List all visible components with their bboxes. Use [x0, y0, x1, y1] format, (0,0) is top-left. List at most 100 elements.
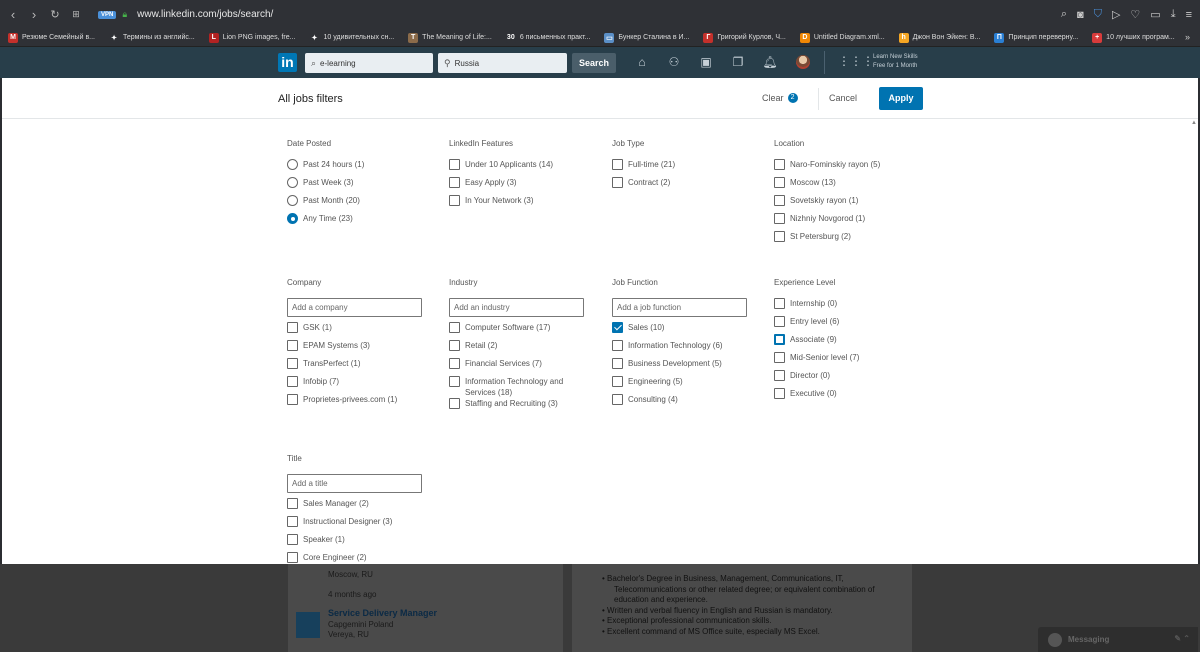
filter-option[interactable]: Computer Software (17) [449, 322, 609, 340]
network-icon[interactable]: ⚇ [666, 54, 682, 70]
checkbox[interactable] [449, 159, 460, 170]
tabs-grid-icon[interactable]: ⊞ [68, 9, 84, 20]
bookmark-item[interactable]: h Джон Вон Эйкен: В... [898, 32, 980, 43]
work-grid-icon[interactable]: ⋮⋮⋮ [838, 54, 874, 68]
menu-icon[interactable]: ≡ [1186, 9, 1192, 21]
linkedin-logo[interactable]: in [278, 53, 297, 72]
radio-button[interactable] [287, 213, 298, 224]
checkbox[interactable] [774, 231, 785, 242]
filter-option[interactable]: In Your Network (3) [449, 195, 609, 213]
checkbox[interactable] [612, 376, 623, 387]
filter-option[interactable]: Information Technology and Services (18) [449, 376, 609, 398]
checkbox[interactable] [449, 358, 460, 369]
checkbox[interactable] [287, 322, 298, 333]
messaging-bar[interactable]: Messaging ✎ ⌃ [1038, 627, 1198, 652]
address-bar[interactable]: www.linkedin.com/jobs/search/ [137, 9, 273, 20]
filter-option[interactable]: Entry level (6) [774, 316, 934, 334]
notifications-icon[interactable]: 🔔︎ [762, 54, 778, 70]
bookmark-item[interactable]: Г Григорий Курлов, Ч... [703, 32, 786, 43]
search-button[interactable]: Search [572, 53, 616, 73]
checkbox[interactable] [774, 159, 785, 170]
bookmark-item[interactable]: T The Meaning of Life:... [408, 32, 492, 43]
filter-option[interactable]: Core Engineer (2) [287, 552, 447, 564]
forward-icon[interactable]: › [26, 7, 42, 22]
checkbox[interactable] [449, 195, 460, 206]
bookmark-item[interactable]: L Lion PNG images, fre... [208, 32, 295, 43]
filter-option[interactable]: Naro-Fominskiy rayon (5) [774, 159, 934, 177]
checkbox[interactable] [774, 316, 785, 327]
filter-option[interactable]: Past Week (3) [287, 177, 447, 195]
scroll-up-icon[interactable]: ▲ [1191, 120, 1197, 126]
camera-icon[interactable]: ◙ [1077, 9, 1084, 21]
checkbox[interactable] [612, 177, 623, 188]
filter-option[interactable]: Nizhniy Novgorod (1) [774, 213, 934, 231]
filter-option[interactable]: Easy Apply (3) [449, 177, 609, 195]
checkbox[interactable] [287, 340, 298, 351]
keyword-search-input[interactable]: ⌕ e-learning [305, 53, 433, 73]
radio-button[interactable] [287, 177, 298, 188]
filters-scroll-area[interactable]: Date Posted Past 24 hours (1) Past Week (3… [2, 120, 1198, 564]
wallet-icon[interactable]: ▭ [1150, 8, 1160, 21]
filter-option[interactable]: Engineering (5) [612, 376, 772, 394]
bookmark-item[interactable]: ▭ Бункер Сталина в И... [604, 32, 689, 43]
checkbox[interactable] [449, 322, 460, 333]
checkbox[interactable] [774, 177, 785, 188]
checkbox[interactable] [612, 340, 623, 351]
checkbox[interactable] [774, 298, 785, 309]
radio-button[interactable] [287, 159, 298, 170]
checkbox[interactable] [287, 358, 298, 369]
filter-option[interactable]: Mid-Senior level (7) [774, 352, 934, 370]
panel-scrollbar[interactable]: ▲ [1191, 120, 1198, 564]
checkbox[interactable] [774, 388, 785, 399]
search-page-icon[interactable]: ⌕ [1061, 8, 1067, 21]
filter-option[interactable]: Consulting (4) [612, 394, 772, 412]
checkbox[interactable] [774, 352, 785, 363]
jobs-icon[interactable]: ▣ [698, 54, 714, 70]
checkbox[interactable] [287, 534, 298, 545]
title-filter-typeahead-input[interactable]: Add a title [287, 474, 422, 493]
checkbox[interactable] [612, 159, 623, 170]
profile-avatar[interactable] [796, 55, 810, 69]
cancel-button[interactable]: Cancel [829, 93, 857, 103]
checkbox[interactable] [287, 498, 298, 509]
checkbox[interactable] [449, 376, 460, 387]
checkbox[interactable] [774, 370, 785, 381]
filter-option[interactable]: Business Development (5) [612, 358, 772, 376]
filter-option[interactable]: Under 10 Applicants (14) [449, 159, 609, 177]
filter-option[interactable]: Contract (2) [612, 177, 772, 195]
filter-option[interactable]: Speaker (1) [287, 534, 447, 552]
filter-option[interactable]: TransPerfect (1) [287, 358, 447, 376]
download-icon[interactable]: ⤓ [1171, 8, 1176, 21]
checkbox[interactable] [287, 376, 298, 387]
checkbox[interactable] [449, 340, 460, 351]
compose-icon[interactable]: ✎ ⌃ [1174, 634, 1190, 643]
filter-option[interactable]: Director (0) [774, 370, 934, 388]
filter-option[interactable]: Sovetskiy rayon (1) [774, 195, 934, 213]
job-function-typeahead-input[interactable]: Add a job function [612, 298, 747, 317]
filter-option[interactable]: Information Technology (6) [612, 340, 772, 358]
checkbox[interactable] [612, 322, 623, 333]
checkbox[interactable] [287, 552, 298, 563]
filter-option[interactable]: Past Month (20) [287, 195, 447, 213]
filter-option[interactable]: Instructional Designer (3) [287, 516, 447, 534]
filter-option[interactable]: Staffing and Recruiting (3) [449, 398, 609, 416]
bookmarks-overflow-icon[interactable]: » [1185, 32, 1190, 42]
back-icon[interactable]: ‹ [5, 7, 21, 22]
filter-option[interactable]: Executive (0) [774, 388, 934, 406]
bookmark-item[interactable]: +10 лучших програм... [1092, 32, 1175, 43]
bookmark-item[interactable]: ✦ 10 удивительных сн... [309, 32, 394, 43]
filter-option[interactable]: GSK (1) [287, 322, 447, 340]
filter-option[interactable]: Sales (10) [612, 322, 772, 340]
filter-option[interactable]: Associate (9) [774, 334, 934, 352]
bookmark-item[interactable]: ✦ Термины из английс... [109, 32, 195, 43]
filter-option[interactable]: Moscow (13) [774, 177, 934, 195]
messaging-icon[interactable]: ❐ [730, 54, 746, 70]
bookmark-item[interactable]: П Принцип переверну... [994, 32, 1078, 43]
clear-button[interactable]: Clear 2 [762, 93, 798, 103]
bookmark-item[interactable]: 30 6 письменных практ... [505, 32, 590, 43]
radio-button[interactable] [287, 195, 298, 206]
play-icon[interactable]: ▷ [1112, 8, 1120, 21]
checkbox[interactable] [287, 516, 298, 527]
filter-option[interactable]: Any Time (23) [287, 213, 447, 231]
vpn-badge[interactable]: VPN [98, 10, 117, 19]
